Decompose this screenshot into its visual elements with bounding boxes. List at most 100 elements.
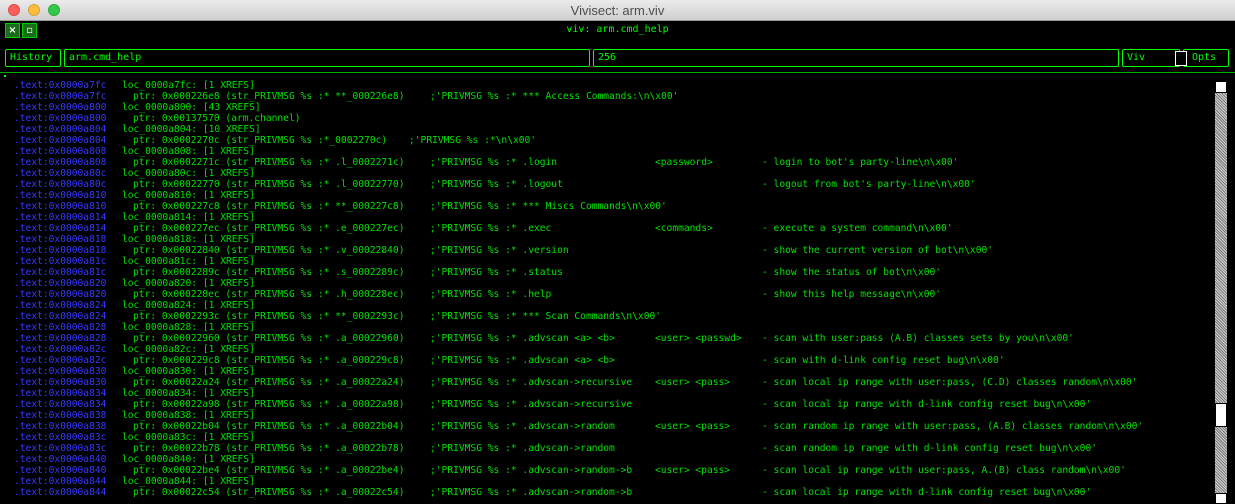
panel-title: viv: arm.cmd_help: [566, 24, 669, 35]
listing-row[interactable]: .text:0x0000a844 loc_0000a844: [1 XREFS]: [0, 476, 1213, 487]
listing-row[interactable]: .text:0x0000a81c loc_0000a81c: [1 XREFS]: [0, 256, 1213, 267]
listing-row[interactable]: .text:0x0000a838 ptr: 0x00022b04 (str_PRI…: [0, 421, 1213, 432]
row-location-label: loc_0000a800: [43 XREFS]: [122, 102, 261, 113]
listing-row[interactable]: .text:0x0000a824 ptr: 0x0002293c (str_PRI…: [0, 311, 1213, 322]
listing-row[interactable]: .text:0x0000a804 loc_0000a804: [10 XREFS]: [0, 124, 1213, 135]
listing-row[interactable]: .text:0x0000a804 ptr: 0x0002270c (str_PRI…: [0, 135, 1213, 146]
row-address: .text:0x0000a814: [14, 223, 107, 234]
listing-row[interactable]: .text:0x0000a80c ptr: 0x00022770 (str_PRI…: [0, 179, 1213, 190]
row-location-label: loc_0000a820: [1 XREFS]: [122, 278, 255, 289]
row-description: - execute a system command\n\x00': [762, 223, 953, 234]
row-address: .text:0x0000a810: [14, 190, 107, 201]
listing-row[interactable]: .text:0x0000a808 loc_0000a808: [1 XREFS]: [0, 146, 1213, 157]
listing-row[interactable]: .text:0x0000a818 ptr: 0x00022840 (str_PRI…: [0, 245, 1213, 256]
listing-row[interactable]: .text:0x0000a840 ptr: 0x00022be4 (str_PRI…: [0, 465, 1213, 476]
row-location-label: loc_0000a82c: [1 XREFS]: [122, 344, 255, 355]
listing-row[interactable]: .text:0x0000a7fc loc_0000a7fc: [1 XREFS]: [0, 80, 1213, 91]
row-location-label: loc_0000a808: [1 XREFS]: [122, 146, 255, 157]
row-comment: ;'PRIVMSG %s :* .advscan->random->b: [430, 465, 633, 476]
row-description: - scan with d-link config reset bug\n\x0…: [762, 355, 1005, 366]
listing-row[interactable]: .text:0x0000a83c ptr: 0x00022b78 (str_PRI…: [0, 443, 1213, 454]
scroll-track[interactable]: [1215, 93, 1227, 493]
row-description: - scan local ip range with d-link config…: [762, 487, 1092, 498]
listing-row[interactable]: .text:0x0000a810 loc_0000a810: [1 XREFS]: [0, 190, 1213, 201]
scroll-down-arrow-icon[interactable]: [1215, 493, 1227, 504]
row-pointer: ptr: 0x0002293c (str_PRIVMSG %s :* **_00…: [133, 311, 405, 322]
listing-row[interactable]: .text:0x0000a814 loc_0000a814: [1 XREFS]: [0, 212, 1213, 223]
row-comment: ;'PRIVMSG %s :* .advscan->random: [430, 421, 615, 432]
scroll-thumb[interactable]: [1215, 403, 1227, 427]
disassembly-listing[interactable]: .text:0x0000a7fc loc_0000a7fc: [1 XREFS].…: [0, 73, 1213, 504]
row-pointer: ptr: 0x00022770 (str_PRIVMSG %s :* .l_00…: [133, 179, 405, 190]
row-address: .text:0x0000a82c: [14, 344, 107, 355]
row-location-label: loc_0000a810: [1 XREFS]: [122, 190, 255, 201]
row-comment: ;'PRIVMSG %s :* .help: [430, 289, 552, 300]
row-address: .text:0x0000a840: [14, 465, 107, 476]
listing-row[interactable]: .text:0x0000a800 loc_0000a800: [43 XREFS]: [0, 102, 1213, 113]
row-address: .text:0x0000a80c: [14, 179, 107, 190]
row-pointer: ptr: 0x000227ec (str_PRIVMSG %s :* .e_00…: [133, 223, 405, 234]
listing-row[interactable]: .text:0x0000a824 loc_0000a824: [1 XREFS]: [0, 300, 1213, 311]
row-location-label: loc_0000a840: [1 XREFS]: [122, 454, 255, 465]
opts-button[interactable]: Opts: [1183, 49, 1229, 67]
listing-row[interactable]: .text:0x0000a81c ptr: 0x0002289c (str_PRI…: [0, 267, 1213, 278]
history-button[interactable]: History: [5, 49, 61, 67]
row-pointer: ptr: 0x000227c8 (str_PRIVMSG %s :* **_00…: [133, 201, 405, 212]
listing-row[interactable]: .text:0x0000a834 loc_0000a834: [1 XREFS]: [0, 388, 1213, 399]
listing-row[interactable]: .text:0x0000a82c ptr: 0x000229c8 (str_PRI…: [0, 355, 1213, 366]
listing-row[interactable]: .text:0x0000a814 ptr: 0x000227ec (str_PRI…: [0, 223, 1213, 234]
listing-row[interactable]: .text:0x0000a820 loc_0000a820: [1 XREFS]: [0, 278, 1213, 289]
listing-row[interactable]: .text:0x0000a83c loc_0000a83c: [1 XREFS]: [0, 432, 1213, 443]
listing-row[interactable]: .text:0x0000a844 ptr: 0x00022c54 (str_PRI…: [0, 487, 1213, 498]
row-description: - scan local ip range with d-link config…: [762, 399, 1092, 410]
row-comment: ;'PRIVMSG %s :* .version: [430, 245, 569, 256]
row-address: .text:0x0000a818: [14, 245, 107, 256]
listing-row[interactable]: .text:0x0000a838 loc_0000a838: [1 XREFS]: [0, 410, 1213, 421]
row-description: - scan local ip range with user:pass, A.…: [762, 465, 1126, 476]
row-description: - show this help message\n\x00': [762, 289, 942, 300]
listing-row[interactable]: .text:0x0000a828 ptr: 0x00022960 (str_PRI…: [0, 333, 1213, 344]
listing-row[interactable]: .text:0x0000a830 ptr: 0x00022a24 (str_PRI…: [0, 377, 1213, 388]
row-pointer: ptr: 0x0002270c (str_PRIVMSG %s :*_00022…: [133, 135, 388, 146]
row-address: .text:0x0000a83c: [14, 443, 107, 454]
row-location-label: loc_0000a828: [1 XREFS]: [122, 322, 255, 333]
listing-row[interactable]: .text:0x0000a818 loc_0000a818: [1 XREFS]: [0, 234, 1213, 245]
listing-row[interactable]: .text:0x0000a80c loc_0000a80c: [1 XREFS]: [0, 168, 1213, 179]
row-location-label: loc_0000a7fc: [1 XREFS]: [122, 80, 255, 91]
row-address: .text:0x0000a81c: [14, 256, 107, 267]
row-address: .text:0x0000a824: [14, 300, 107, 311]
listing-row[interactable]: .text:0x0000a820 ptr: 0x000228ec (str_PRI…: [0, 289, 1213, 300]
row-address: .text:0x0000a828: [14, 322, 107, 333]
row-pointer: ptr: 0x00022960 (str_PRIVMSG %s :* .a_00…: [133, 333, 405, 344]
listing-row[interactable]: .text:0x0000a834 ptr: 0x00022a98 (str_PRI…: [0, 399, 1213, 410]
row-comment: ;'PRIVMSG %s :* .exec: [430, 223, 552, 234]
row-comment: ;'PRIVMSG %s :* .advscan->recursive: [430, 399, 633, 410]
listing-row[interactable]: .text:0x0000a7fc ptr: 0x000226e8 (str_PRI…: [0, 91, 1213, 102]
scroll-up-arrow-icon[interactable]: [1215, 81, 1227, 93]
listing-row[interactable]: .text:0x0000a840 loc_0000a840: [1 XREFS]: [0, 454, 1213, 465]
row-address: .text:0x0000a820: [14, 289, 107, 300]
listing-row[interactable]: .text:0x0000a830 loc_0000a830: [1 XREFS]: [0, 366, 1213, 377]
row-comment: ;'PRIVMSG %s :* .advscan->recursive: [430, 377, 633, 388]
row-location-label: loc_0000a824: [1 XREFS]: [122, 300, 255, 311]
listing-row[interactable]: .text:0x0000a810 ptr: 0x000227c8 (str_PRI…: [0, 201, 1213, 212]
row-comment: ;'PRIVMSG %s :*\n\x00': [409, 135, 537, 146]
viv-format-select[interactable]: Viv: [1122, 49, 1180, 67]
row-address: .text:0x0000a828: [14, 333, 107, 344]
row-address: .text:0x0000a820: [14, 278, 107, 289]
row-address: .text:0x0000a818: [14, 234, 107, 245]
listing-row[interactable]: .text:0x0000a828 loc_0000a828: [1 XREFS]: [0, 322, 1213, 333]
listing-row[interactable]: .text:0x0000a808 ptr: 0x0002271c (str_PRI…: [0, 157, 1213, 168]
vertical-scrollbar[interactable]: [1213, 73, 1235, 504]
listing-row[interactable]: .text:0x0000a800 ptr: 0x00137570 (arm.cha…: [0, 113, 1213, 124]
expression-input[interactable]: arm.cmd_help: [64, 49, 590, 67]
listing-row[interactable]: .text:0x0000a82c loc_0000a82c: [1 XREFS]: [0, 344, 1213, 355]
row-pointer: ptr: 0x00022be4 (str_PRIVMSG %s :* .a_00…: [133, 465, 405, 476]
row-description: - login to bot's party-line\n\x00': [762, 157, 959, 168]
size-input[interactable]: 256: [593, 49, 1119, 67]
row-location-label: loc_0000a830: [1 XREFS]: [122, 366, 255, 377]
row-address: .text:0x0000a800: [14, 113, 107, 124]
row-arguments: <commands>: [655, 223, 713, 234]
row-location-label: loc_0000a814: [1 XREFS]: [122, 212, 255, 223]
row-description: - show the status of bot\n\x00': [762, 267, 942, 278]
